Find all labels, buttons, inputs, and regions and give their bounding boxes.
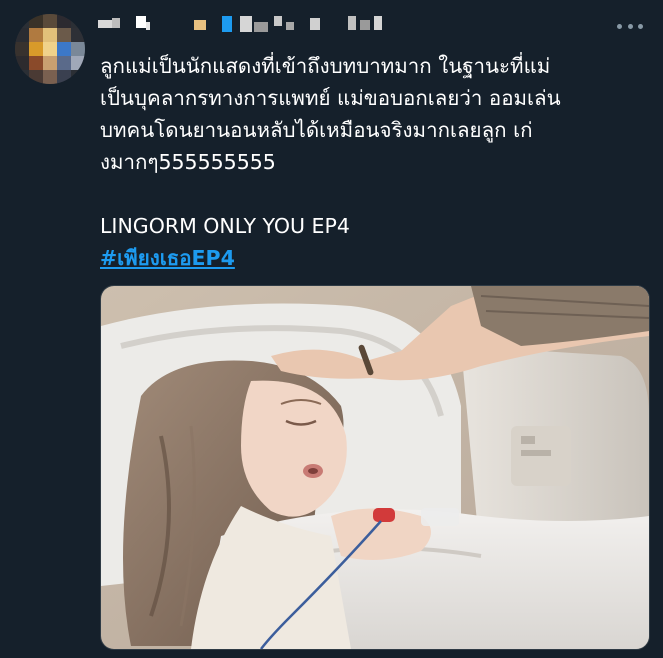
tweet-media-image[interactable] [100, 285, 650, 650]
tweet-title-line: LINGORM ONLY YOU EP4 [100, 214, 350, 238]
hashtag-link[interactable]: #เพียงเธอEP4 [100, 242, 645, 274]
more-dot [638, 23, 643, 29]
tweet-text: ลูกแม่เป็นนักแสดงที่เข้าถึงบทบาทมาก ในฐา… [100, 50, 645, 274]
tweet-text-line: เป็นบุคลากรทางการแพทย์ แม่ขอบอกเลยว่า ออ… [100, 86, 561, 110]
tweet-card[interactable]: ลูกแม่เป็นนักแสดงที่เข้าถึงบทบาทมาก ในฐา… [0, 0, 663, 658]
censored-username [98, 16, 382, 32]
tweet-text-line: ลูกแม่เป็นนักแสดงที่เข้าถึงบทบาทมาก ในฐา… [100, 54, 551, 78]
tweet-text-line: งมากๆ555555555 [100, 150, 276, 174]
more-dot [627, 23, 633, 29]
tweet-text-line: บทคนโดนยานอนหลับได้เหมือนจริงมากเลยลูก เ… [100, 118, 533, 142]
more-horizontal-icon[interactable] [617, 20, 643, 32]
avatar[interactable] [15, 14, 85, 84]
more-dot [617, 23, 622, 29]
pixelated-avatar-image [15, 14, 85, 84]
hospital-bed-photo [101, 286, 649, 649]
tweet-header-censored[interactable] [98, 16, 578, 36]
